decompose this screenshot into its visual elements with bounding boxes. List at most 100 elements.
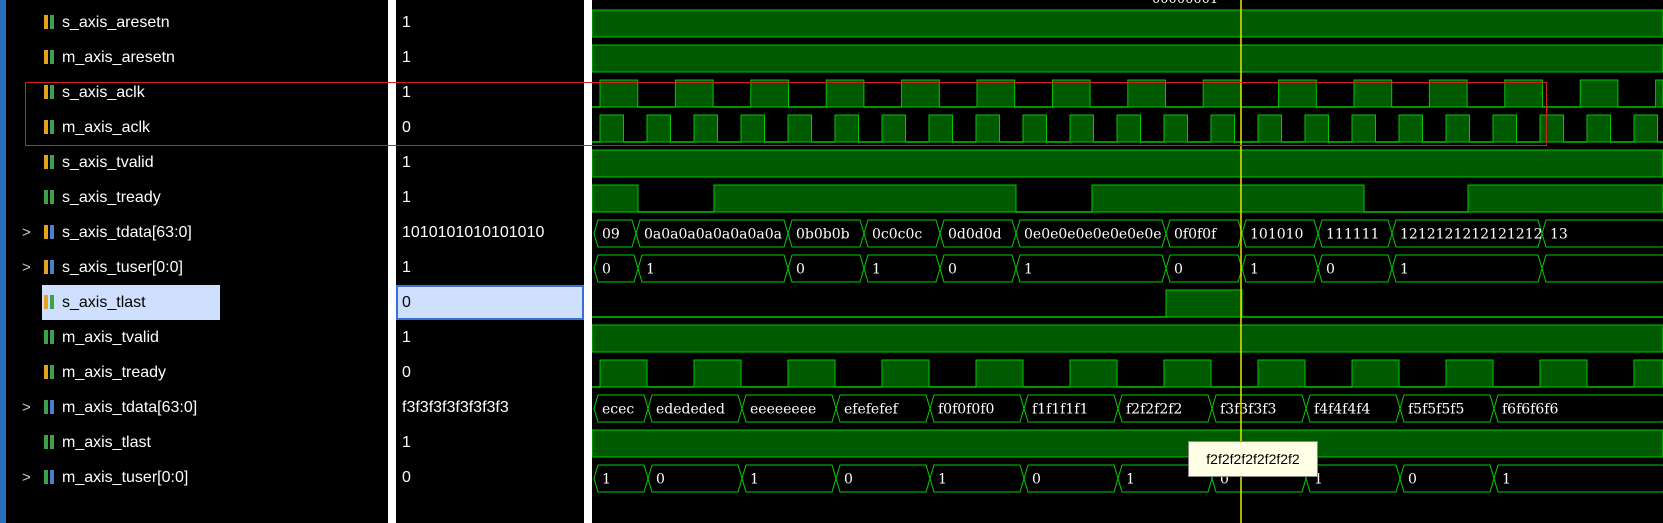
s-tuser-label: 1 [1024,262,1033,278]
s-tuser-label: 0 [796,262,805,278]
bus-icon-orange [44,260,57,274]
m-tdata-label: f5f5f5f5 [1408,402,1464,418]
signal-row[interactable]: s_axis_tready [6,180,388,215]
tvalid-high [592,149,1663,178]
signal-name: m_axis_tvalid [62,329,159,346]
value-row: 1 [396,250,584,285]
m-tready-pulse [1539,359,1588,388]
m-tuser-label: 1 [1126,472,1135,488]
value-row: f3f3f3f3f3f3f3f3 [396,390,584,425]
signal-row[interactable]: m_axis_tready [6,355,388,390]
signal-row[interactable]: m_axis_tvalid [6,320,388,355]
s-tdata-label: 0b0b0b [796,227,850,243]
signal-icon-green [44,330,57,344]
panel-divider[interactable] [584,0,592,523]
signal-value: 1010101010101010 [402,224,545,241]
signal-name-panel: s_axis_aresetn m_axis_aresetn s_axis_aclk m… [0,0,388,523]
m-tvalid-high [592,324,1663,353]
signal-row[interactable]: > m_axis_tuser[0:0] [6,460,388,495]
signal-name: m_axis_tready [62,364,167,381]
m-tdata-label: eeeeeeee [750,402,816,418]
signal-value: 0 [402,364,411,381]
bus-segment [593,254,639,283]
cursor-value-tooltip: f2f2f2f2f2f2f2f2 [1188,441,1318,477]
m-tdata-label: f0f0f0f0 [938,402,994,418]
m-tready-pulse [1633,359,1663,388]
value-row: 1 [396,145,584,180]
m-tuser-label: 1 [602,472,611,488]
m-tuser-label: 0 [1408,472,1417,488]
m-tlast-high [592,429,1663,458]
s-tdata-label: 101010 [1250,227,1303,243]
clock-highlight-box [25,82,1547,146]
value-row: 1 [396,425,584,460]
signal-row[interactable]: > s_axis_tuser[0:0] [6,250,388,285]
signal-value: 1 [402,49,411,66]
m-tdata-label: f6f6f6f6 [1502,402,1558,418]
signal-icon-orange [44,365,57,379]
signal-value: 1 [402,434,411,451]
bus-segment [1391,254,1543,283]
s-tdata-label: 09 [602,227,620,243]
m-aclk-pulse [1586,114,1611,143]
aresetn-high [592,9,1663,38]
signal-icon-orange [44,155,57,169]
s-tdata-label: 13 [1550,227,1568,243]
tready-segment [1091,184,1365,213]
s-tuser-label: 1 [646,262,655,278]
s-tuser-label: 0 [1326,262,1335,278]
tready-segment [713,184,1017,213]
value-row: 1010101010101010 [396,215,584,250]
signal-row[interactable]: m_axis_aresetn [6,40,388,75]
signal-row[interactable]: m_axis_tlast [6,425,388,460]
waveform-canvas[interactable]: 09 0a0a0a0a0a0a0a0a 0b0b0b 0c0c0c 0d0d0d 0e0e… [592,0,1663,523]
value-row: 1 [396,320,584,355]
signal-row[interactable]: > s_axis_tdata[63:0] [6,215,388,250]
m-tready-pulse [693,359,742,388]
value-row: 1 [396,5,584,40]
signal-row[interactable]: s_axis_tvalid [6,145,388,180]
m-tready-pulse [1257,359,1306,388]
tlast-segment [1165,289,1243,318]
signal-value: 1 [402,14,411,31]
signal-row[interactable]: s_axis_tlast [6,285,388,320]
signal-icon-orange [44,50,57,64]
m-tready-pulse [1069,359,1118,388]
signal-row[interactable]: s_axis_aresetn [6,5,388,40]
m-tuser-label: 0 [844,472,853,488]
expand-chevron-icon[interactable]: > [22,460,31,495]
m-tdata-label: f2f2f2f2 [1126,402,1182,418]
s-tuser-label: 0 [1174,262,1183,278]
value-row: 0 [396,355,584,390]
bus-icon-green [44,470,57,484]
s-tdata-label: 1212121212121212 [1400,227,1543,243]
signal-name: s_axis_tuser[0:0] [62,259,183,276]
expand-chevron-icon[interactable]: > [22,390,31,425]
signal-row[interactable]: > m_axis_tdata[63:0] [6,390,388,425]
expand-chevron-icon[interactable]: > [22,250,31,285]
signal-name: s_axis_tlast [62,294,146,311]
bus-segment [1541,254,1663,283]
signal-icon-green [44,190,57,204]
signal-value-panel: 1 1 1 0 1 1 1010101010101010 1 0 1 0 f3f3f3f3f3f3f3… [396,0,584,523]
expand-chevron-icon[interactable]: > [22,215,31,250]
value-row: 1 [396,40,584,75]
s-tdata-label: 0a0a0a0a0a0a0a0a [644,227,782,243]
m-tready-pulse [787,359,836,388]
m-tdata-label: efefefef [844,402,900,418]
value-row: 0 [396,285,584,320]
m-tready-pulse [881,359,930,388]
s-tuser-label: 0 [602,262,611,278]
bus-icon-green [44,400,57,414]
m-tuser-label: 1 [938,472,947,488]
s-tdata-label: 0c0c0c [872,227,922,243]
s-aclk-pulse [1655,79,1663,108]
m-tdata-label: ecec [602,402,634,418]
panel-divider[interactable] [388,0,396,523]
signal-value: 0 [402,294,411,311]
signal-name: m_axis_tdata[63:0] [62,399,198,416]
s-tuser-label: 1 [1400,262,1409,278]
signal-name: m_axis_tlast [62,434,151,451]
s-tdata-label: 0d0d0d [948,227,1002,243]
m-tdata-label: f3f3f3f3 [1220,402,1276,418]
